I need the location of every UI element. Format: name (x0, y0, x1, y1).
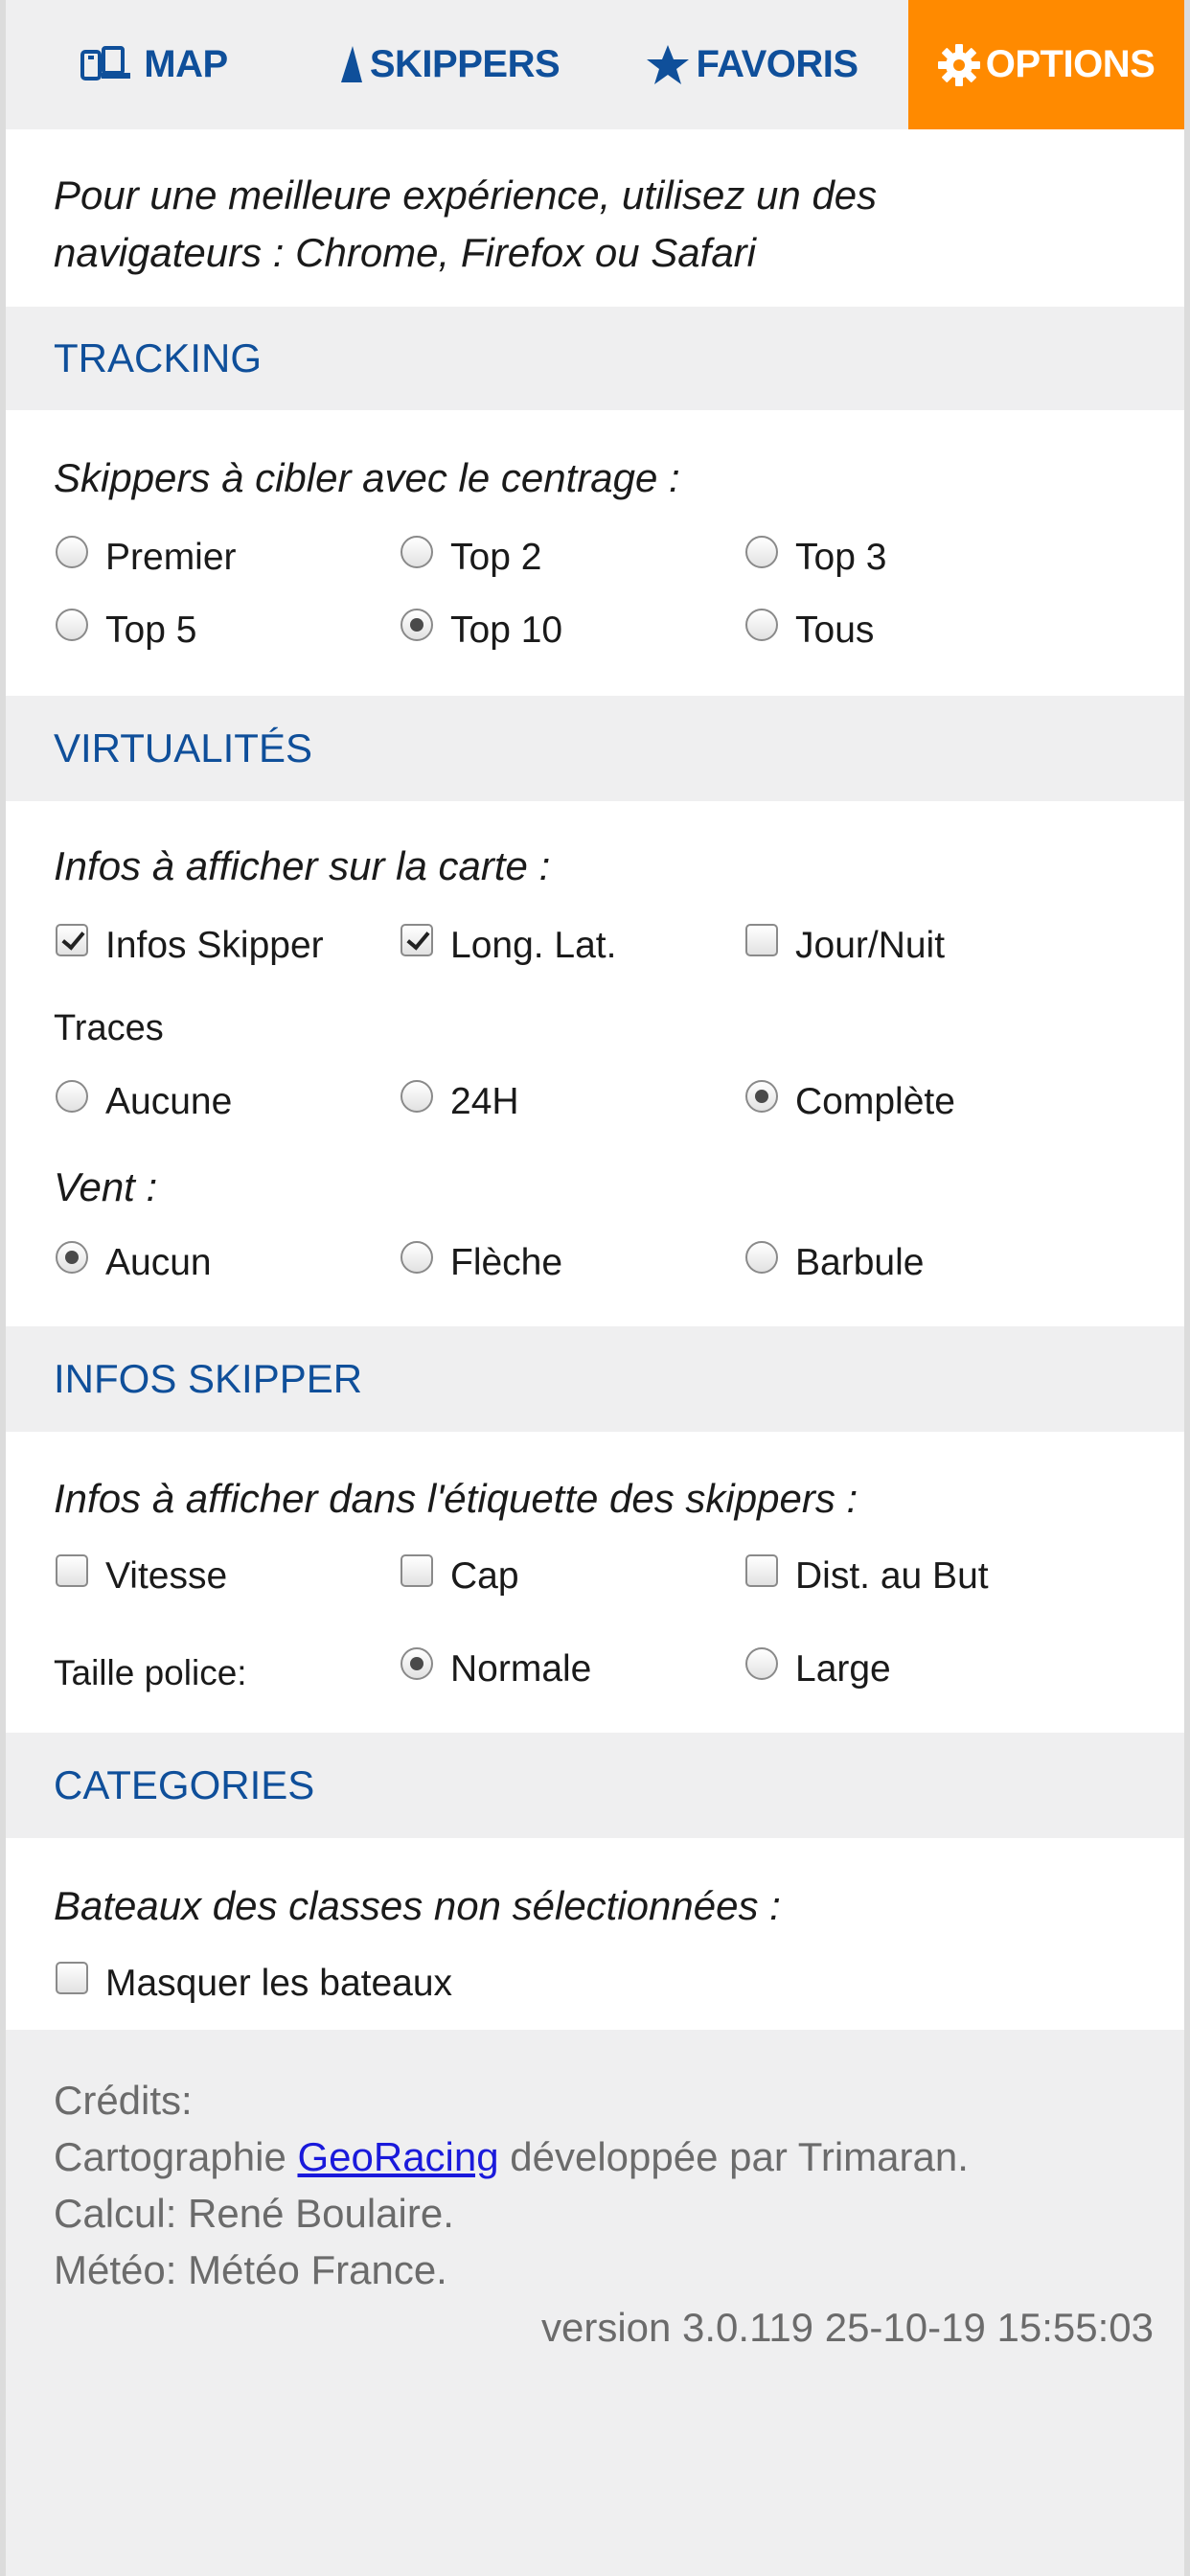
virtualites-header: VIRTUALITÉS (6, 696, 1184, 801)
traces-label: Traces (54, 1008, 164, 1048)
radio-button-selected[interactable] (56, 1241, 88, 1274)
tracking-option-tous[interactable]: Tous (745, 609, 875, 652)
tracking-option-top3[interactable]: Top 3 (745, 536, 887, 579)
checkbox[interactable] (56, 1962, 88, 1994)
infos-skipper-prompt: Infos à afficher dans l'étiquette des sk… (54, 1476, 858, 1521)
checkbox-label: Masquer les bateaux (105, 1963, 453, 2004)
version-text: version 3.0.119 25-10-19 15:55:03 (540, 2305, 1154, 2350)
tab-options[interactable]: OPTIONS (908, 0, 1184, 129)
radio-button-selected[interactable] (745, 1080, 778, 1113)
checkbox-jour-nuit[interactable]: Jour/Nuit (745, 924, 946, 967)
radio-button-selected[interactable] (400, 1647, 433, 1680)
checkbox-dist-au-but[interactable]: Dist. au But (745, 1554, 989, 1598)
checkbox-label: Vitesse (105, 1555, 228, 1597)
radio-button[interactable] (745, 536, 778, 568)
star-icon (646, 44, 690, 86)
radio-button[interactable] (56, 536, 88, 568)
font-option-large[interactable]: Large (745, 1647, 891, 1690)
tab-favoris[interactable]: FAVORIS (596, 0, 908, 129)
vent-label: Vent : (54, 1164, 158, 1209)
checkbox[interactable] (745, 924, 778, 956)
checkbox-vitesse[interactable]: Vitesse (56, 1554, 228, 1598)
tracking-option-label: Tous (795, 610, 875, 651)
checkbox-label: Long. Lat. (450, 925, 617, 966)
font-option-normale[interactable]: Normale (400, 1647, 592, 1690)
radio-button[interactable] (56, 609, 88, 641)
font-option-label: Normale (450, 1648, 592, 1690)
tracking-prompt: Skippers à cibler avec le centrage : (54, 455, 680, 500)
checkbox-checked[interactable] (56, 924, 88, 956)
tab-skippers[interactable]: SKIPPERS (301, 0, 596, 129)
checkbox[interactable] (745, 1554, 778, 1587)
tracking-option-label: Premier (105, 537, 237, 578)
devices-icon (79, 45, 138, 84)
tracking-option-top10[interactable]: Top 10 (400, 609, 563, 652)
tracking-header: TRACKING (6, 307, 1184, 410)
tracking-option-label: Top 10 (450, 610, 563, 651)
radio-button[interactable] (400, 1241, 433, 1274)
credits-calcul: Calcul: René Boulaire. (54, 2191, 454, 2236)
sail-icon (337, 44, 364, 86)
vent-option-barbule[interactable]: Barbule (745, 1241, 925, 1284)
radio-button-selected[interactable] (400, 609, 433, 641)
credits-title: Crédits: (54, 2078, 193, 2123)
tracking-option-label: Top 5 (105, 610, 197, 651)
checkbox-label: Cap (450, 1555, 519, 1597)
tracking-option-premier[interactable]: Premier (56, 536, 237, 579)
vent-option-label: Flèche (450, 1242, 563, 1283)
font-size-label: Taille police: (54, 1653, 247, 1692)
font-option-label: Large (795, 1648, 891, 1690)
tracking-option-label: Top 2 (450, 537, 542, 578)
traces-option-label: Aucune (105, 1081, 233, 1122)
radio-button[interactable] (745, 1647, 778, 1680)
vent-option-label: Aucun (105, 1242, 212, 1283)
tracking-option-top5[interactable]: Top 5 (56, 609, 197, 652)
traces-option-label: 24H (450, 1081, 519, 1122)
gear-icon (937, 43, 980, 86)
categories-prompt: Bateaux des classes non sélectionnées : (54, 1883, 781, 1928)
checkbox-long-lat[interactable]: Long. Lat. (400, 924, 617, 967)
radio-button[interactable] (400, 1080, 433, 1113)
infos-skipper-header: INFOS SKIPPER (6, 1326, 1184, 1432)
tab-map-label: MAP (144, 43, 228, 85)
radio-button[interactable] (745, 1241, 778, 1274)
tab-favoris-label: FAVORIS (696, 43, 858, 85)
checkbox-label: Dist. au But (795, 1555, 989, 1597)
checkbox[interactable] (56, 1554, 88, 1587)
traces-option-24h[interactable]: 24H (400, 1080, 519, 1123)
checkbox[interactable] (400, 1554, 433, 1587)
traces-option-complete[interactable]: Complète (745, 1080, 955, 1123)
virtualites-prompt: Infos à afficher sur la carte : (54, 843, 551, 888)
checkbox-label: Infos Skipper (105, 925, 324, 966)
radio-button[interactable] (400, 536, 433, 568)
credits-cartography-prefix: Cartographie (54, 2134, 298, 2179)
checkbox-infos-skipper[interactable]: Infos Skipper (56, 924, 324, 967)
checkbox-masquer-bateaux[interactable]: Masquer les bateaux (56, 1962, 453, 2005)
browser-notice-line1: Pour une meilleure expérience, utilisez … (54, 172, 878, 218)
vent-option-fleche[interactable]: Flèche (400, 1241, 563, 1284)
browser-notice-line2: navigateurs : Chrome, Firefox ou Safari (54, 230, 756, 275)
credits-block: Crédits: Cartographie GeoRacing développ… (54, 2072, 969, 2298)
radio-button[interactable] (56, 1080, 88, 1113)
tracking-option-top2[interactable]: Top 2 (400, 536, 542, 579)
tab-bar: MAP SKIPPERS FAVORIS OPTIONS (6, 0, 1184, 129)
credits-meteo: Météo: Météo France. (54, 2247, 447, 2292)
traces-option-label: Complète (795, 1081, 955, 1122)
vent-option-aucun[interactable]: Aucun (56, 1241, 212, 1284)
categories-header: CATEGORIES (6, 1733, 1184, 1838)
vent-option-label: Barbule (795, 1242, 925, 1283)
tab-skippers-label: SKIPPERS (369, 43, 561, 85)
georacing-link[interactable]: GeoRacing (297, 2134, 498, 2179)
radio-button[interactable] (745, 609, 778, 641)
checkbox-label: Jour/Nuit (795, 925, 946, 966)
checkbox-cap[interactable]: Cap (400, 1554, 519, 1598)
traces-option-aucune[interactable]: Aucune (56, 1080, 233, 1123)
credits-cartography-suffix: développée par Trimaran. (498, 2134, 969, 2179)
credits-cartography: Cartographie GeoRacing développée par Tr… (54, 2128, 969, 2185)
tab-map[interactable]: MAP (6, 0, 301, 129)
tracking-option-label: Top 3 (795, 537, 887, 578)
tab-options-label: OPTIONS (985, 43, 1156, 85)
checkbox-checked[interactable] (400, 924, 433, 956)
